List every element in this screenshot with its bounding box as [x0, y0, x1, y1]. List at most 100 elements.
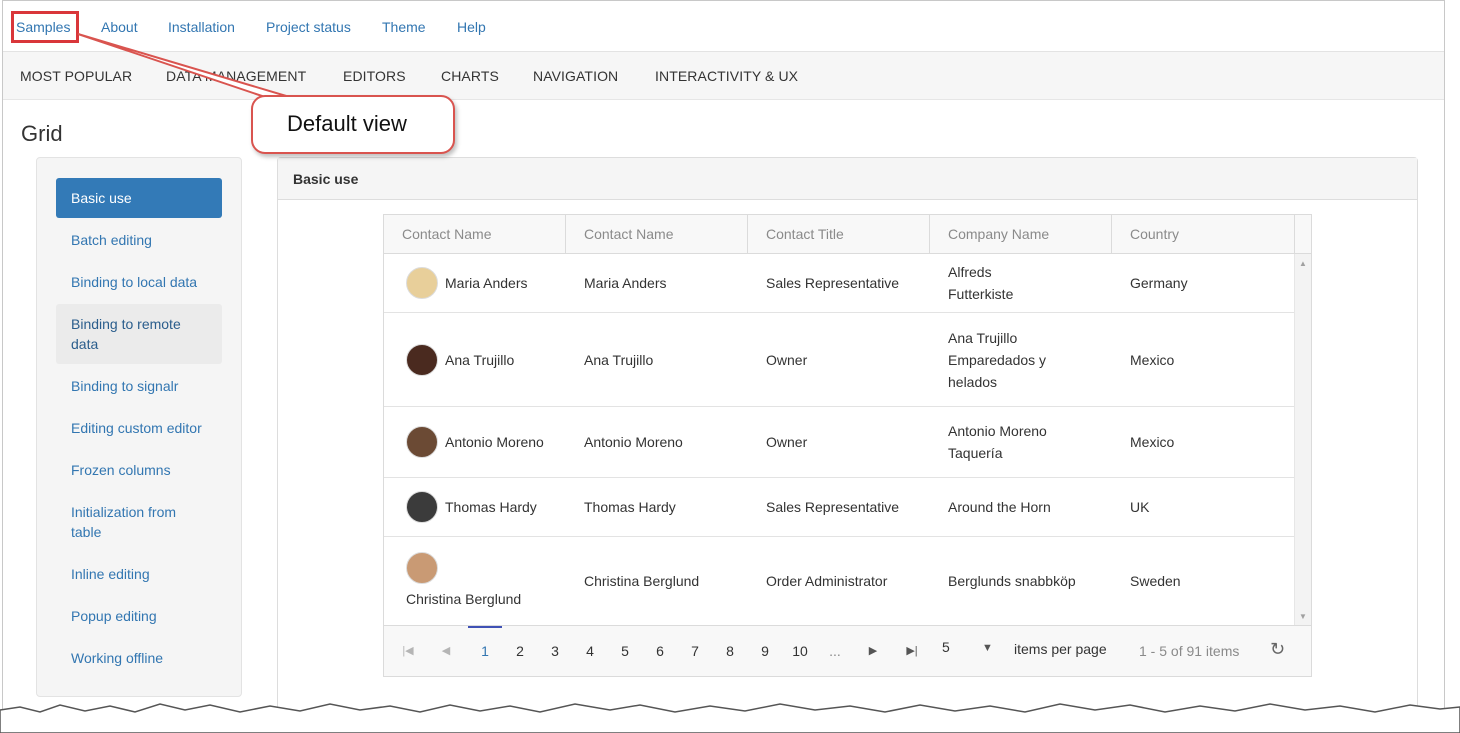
- cell-contact: Maria Anders: [384, 254, 566, 312]
- page-6[interactable]: 6: [648, 643, 672, 659]
- vertical-scrollbar[interactable]: ▲ ▼: [1294, 254, 1311, 626]
- cell-contact-name: Ana Trujillo: [445, 351, 515, 368]
- category-data-management[interactable]: DATA MANAGEMENT: [166, 68, 306, 84]
- scroll-up-icon[interactable]: ▲: [1299, 259, 1307, 268]
- last-page-icon[interactable]: ▶|: [900, 644, 924, 657]
- cell-company: Antonio Moreno Taquería: [930, 407, 1112, 477]
- sidebar: Basic use Batch editing Binding to local…: [36, 157, 242, 697]
- page-5[interactable]: 5: [613, 643, 637, 659]
- sidebar-item-init-from-table[interactable]: Initialization from table: [56, 492, 222, 552]
- prev-page-icon[interactable]: ◀: [434, 644, 458, 657]
- avatar: [406, 343, 438, 376]
- cell-contact-name-2: Thomas Hardy: [584, 499, 676, 515]
- items-per-page-label: items per page: [1014, 641, 1107, 657]
- page-8[interactable]: 8: [718, 643, 742, 659]
- sidebar-item-custom-editor[interactable]: Editing custom editor: [56, 408, 222, 448]
- sidebar-item-binding-local[interactable]: Binding to local data: [56, 262, 222, 302]
- cell-country: Sweden: [1130, 573, 1181, 589]
- page-3[interactable]: 3: [543, 643, 567, 659]
- torn-edge: [0, 703, 1460, 733]
- cell-contact: Thomas Hardy: [384, 478, 566, 536]
- column-header-country[interactable]: Country: [1112, 215, 1295, 253]
- page-1[interactable]: 1: [473, 643, 497, 659]
- cell-company: Berglunds snabbköp: [930, 537, 1112, 625]
- callout-default-view: Default view: [251, 95, 455, 154]
- scroll-down-icon[interactable]: ▼: [1299, 612, 1307, 621]
- cell-contact-name: Christina Berglund: [406, 591, 522, 607]
- sidebar-item-binding-signalr[interactable]: Binding to signalr: [56, 366, 222, 406]
- sidebar-item-popup-editing[interactable]: Popup editing: [56, 596, 222, 636]
- top-nav: Samples About Installation Project statu…: [3, 1, 1444, 52]
- cell-contact-title: Order Administrator: [766, 573, 888, 589]
- cell-company-text: Around the Horn: [948, 499, 1051, 515]
- avatar: [406, 552, 438, 584]
- category-bar: MOST POPULAR DATA MANAGEMENT EDITORS CHA…: [3, 52, 1444, 100]
- table-row[interactable]: Christina Berglund Christina Berglund Or…: [384, 537, 1295, 626]
- column-header-contact-name-2[interactable]: Contact Name: [566, 215, 748, 253]
- cell-contact: Ana Trujillo: [384, 313, 566, 406]
- panel-title: Basic use: [278, 158, 1417, 200]
- cell-contact-title: Owner: [766, 434, 808, 450]
- page-title: Grid: [21, 121, 63, 146]
- page-7[interactable]: 7: [683, 643, 707, 659]
- page-more[interactable]: ...: [823, 643, 847, 659]
- category-editors[interactable]: EDITORS: [343, 68, 406, 84]
- sidebar-item-basic-use[interactable]: Basic use: [56, 178, 222, 218]
- cell-contact: Christina Berglund: [384, 537, 566, 625]
- avatar: [406, 491, 438, 523]
- nav-installation[interactable]: Installation: [168, 19, 235, 35]
- nav-help[interactable]: Help: [457, 19, 486, 35]
- chevron-down-icon[interactable]: ▼: [982, 642, 993, 654]
- table-row[interactable]: Antonio Moreno Antonio Moreno Owner Anto…: [384, 407, 1295, 478]
- sidebar-item-binding-remote[interactable]: Binding to remote data: [56, 304, 222, 364]
- cell-contact-name-2: Ana Trujillo: [584, 351, 654, 368]
- avatar: [406, 267, 438, 299]
- table-row[interactable]: Ana Trujillo Ana Trujillo Owner Ana Truj…: [384, 313, 1295, 407]
- column-header-contact-name[interactable]: Contact Name: [384, 215, 566, 253]
- first-page-icon[interactable]: |◀: [396, 644, 420, 657]
- page-size-select[interactable]: 5: [942, 639, 950, 655]
- cell-contact-name-2: Christina Berglund: [584, 573, 700, 589]
- grid-body: Maria Anders Maria Anders Sales Represen…: [384, 254, 1295, 626]
- grid-header: Contact Name Contact Name Contact Title …: [384, 215, 1311, 254]
- category-interactivity[interactable]: INTERACTIVITY & UX: [655, 68, 798, 84]
- next-page-icon[interactable]: ▶: [861, 644, 885, 657]
- cell-company-text: Antonio Moreno Taquería: [948, 423, 1047, 461]
- page-9[interactable]: 9: [753, 643, 777, 659]
- cell-contact-name: Thomas Hardy: [445, 499, 537, 515]
- cell-company: Alfreds Futterkiste: [930, 254, 1112, 312]
- sidebar-item-frozen-columns[interactable]: Frozen columns: [56, 450, 222, 490]
- page-4[interactable]: 4: [578, 643, 602, 659]
- table-row[interactable]: Maria Anders Maria Anders Sales Represen…: [384, 254, 1295, 313]
- cell-company: Around the Horn: [930, 478, 1112, 536]
- cell-company: Ana Trujillo Emparedados y helados: [930, 313, 1112, 406]
- data-grid: Contact Name Contact Name Contact Title …: [383, 214, 1312, 677]
- samples-highlight-box: [11, 11, 79, 43]
- cell-contact-name: Maria Anders: [445, 275, 528, 291]
- refresh-icon[interactable]: ↻: [1270, 639, 1285, 660]
- nav-theme[interactable]: Theme: [382, 19, 426, 35]
- cell-contact-name: Antonio Moreno: [445, 434, 544, 450]
- cell-country: Germany: [1130, 275, 1188, 291]
- cell-country: Mexico: [1130, 434, 1175, 450]
- category-navigation[interactable]: NAVIGATION: [533, 68, 618, 84]
- sidebar-item-working-offline[interactable]: Working offline: [56, 638, 222, 678]
- cell-contact-name-2: Antonio Moreno: [584, 434, 683, 450]
- category-charts[interactable]: CHARTS: [441, 68, 499, 84]
- sidebar-item-inline-editing[interactable]: Inline editing: [56, 554, 222, 594]
- page-10[interactable]: 10: [785, 643, 815, 659]
- grid-pager: |◀ ◀ 1 2 3 4 5 6 7 8 9 10 ... ▶ ▶| 5 ▼ i…: [384, 625, 1311, 676]
- sidebar-item-batch-editing[interactable]: Batch editing: [56, 220, 222, 260]
- column-header-company-name[interactable]: Company Name: [930, 215, 1112, 253]
- category-most-popular[interactable]: MOST POPULAR: [20, 68, 132, 84]
- page-2[interactable]: 2: [508, 643, 532, 659]
- cell-company-text: Ana Trujillo Emparedados y helados: [948, 329, 1047, 390]
- cell-country: UK: [1130, 499, 1150, 515]
- column-header-contact-title[interactable]: Contact Title: [748, 215, 930, 253]
- nav-project-status[interactable]: Project status: [266, 19, 351, 35]
- table-row[interactable]: Thomas Hardy Thomas Hardy Sales Represen…: [384, 478, 1295, 537]
- avatar: [406, 426, 438, 458]
- cell-contact-title: Sales Representative: [766, 499, 900, 515]
- browser-frame: Samples About Installation Project statu…: [2, 0, 1445, 712]
- nav-about[interactable]: About: [101, 19, 138, 35]
